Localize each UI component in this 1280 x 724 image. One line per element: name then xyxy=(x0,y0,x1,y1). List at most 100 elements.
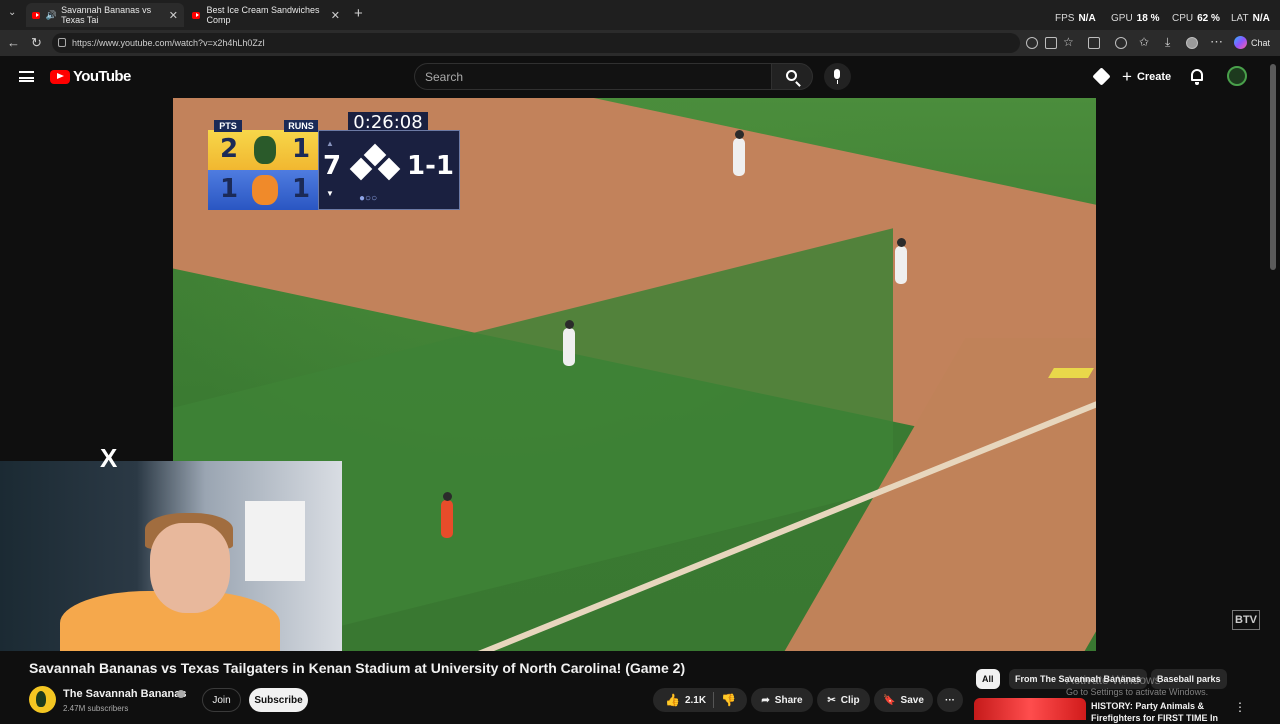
webcam-overlay xyxy=(0,461,342,651)
lat-readout: LAT N/A xyxy=(1231,13,1270,24)
score-columns: 2 1 1 1 PTS RUNS xyxy=(208,120,318,210)
youtube-logo[interactable]: YouTube xyxy=(50,68,131,85)
count: 1-1 xyxy=(407,151,454,181)
bananas-logo-icon xyxy=(254,136,276,164)
btv-watermark: BTV xyxy=(1232,610,1260,630)
cpu-readout: CPU 62 % xyxy=(1172,13,1220,24)
bananas-runs: 1 xyxy=(292,134,311,164)
runs-header: RUNS xyxy=(284,120,318,132)
profile-avatar-icon[interactable] xyxy=(1186,37,1198,49)
copilot-chat-button[interactable]: Chat xyxy=(1234,36,1270,49)
back-icon[interactable]: ← xyxy=(7,35,20,50)
refresh-icon[interactable]: ↻ xyxy=(31,35,42,51)
clip-button[interactable]: ✂ Clip xyxy=(817,688,870,712)
share-label: Share xyxy=(774,694,803,706)
thumbs-down-icon[interactable]: 👎 xyxy=(721,693,736,707)
create-label: Create xyxy=(1136,71,1172,83)
cast-icon[interactable] xyxy=(1092,67,1111,86)
inning-panel: 7 ▲ ▼ 1-1 ●○○ xyxy=(318,130,460,210)
search-placeholder: Search xyxy=(425,69,464,84)
clip-label: Clip xyxy=(840,694,860,706)
browser-tab-strip: ⌄ 🔊 Savannah Bananas vs Texas Tai ✕ Best… xyxy=(0,0,1280,30)
favorites-bar-icon[interactable]: ✩ xyxy=(1139,35,1149,49)
share-arrow-icon: ➦ xyxy=(761,694,770,706)
player-fielder-2 xyxy=(895,238,907,284)
player-fielder-1 xyxy=(733,130,745,176)
page-scrollbar[interactable] xyxy=(1270,64,1276,270)
voice-search-icon[interactable] xyxy=(824,63,851,90)
tab-label: Savannah Bananas vs Texas Tai xyxy=(61,5,152,25)
create-button[interactable]: + Create xyxy=(1122,67,1171,87)
verified-badge-icon xyxy=(177,690,185,698)
save-label: Save xyxy=(900,694,924,706)
chip-baseball-parks[interactable]: Baseball parks xyxy=(1151,669,1227,689)
bookmark-icon: 🔖 xyxy=(883,694,896,706)
search-button[interactable] xyxy=(771,63,813,90)
recommendation-title[interactable]: HISTORY: Party Animals & Firefighters fo… xyxy=(1091,700,1231,724)
inning-up-arrow-icon: ▲ xyxy=(326,139,334,148)
bananas-row: 2 1 xyxy=(208,130,318,170)
tab-label: Best Ice Cream Sandwiches Comp xyxy=(206,5,320,25)
site-info-icon[interactable] xyxy=(58,38,66,47)
recommendation-thumbnail[interactable] xyxy=(974,698,1086,720)
new-tab-button[interactable]: + xyxy=(354,5,363,22)
tab-list-chevron-icon[interactable]: ⌄ xyxy=(8,7,16,18)
youtube-wordmark: YouTube xyxy=(73,68,131,85)
chat-label: Chat xyxy=(1251,37,1271,48)
inning-number: 7 xyxy=(323,151,342,181)
save-button[interactable]: 🔖 Save xyxy=(874,688,933,712)
x-logo-icon: X xyxy=(100,443,118,473)
scoreboard-overlay: 0:26:08 2 1 1 1 PTS RUNS 7 ▲ ▼ 1-1 ●○○ xyxy=(208,112,460,210)
guide-menu-icon[interactable] xyxy=(19,71,34,82)
join-button[interactable]: Join xyxy=(202,688,241,712)
close-tab-icon[interactable]: ✕ xyxy=(331,9,340,22)
url-text: https://www.youtube.com/watch?v=x2h4hLh0… xyxy=(72,38,265,48)
search-icon xyxy=(786,70,797,81)
chip-all[interactable]: All xyxy=(976,669,1000,689)
copilot-icon xyxy=(1234,36,1247,49)
reading-view-icon[interactable] xyxy=(1045,37,1057,49)
favorite-star-icon[interactable]: ☆ xyxy=(1063,35,1074,49)
first-base-diamond xyxy=(377,157,401,181)
channel-avatar[interactable] xyxy=(29,686,56,713)
translate-icon[interactable] xyxy=(1026,37,1038,49)
account-avatar[interactable] xyxy=(1227,66,1247,86)
like-button[interactable]: 👍 2.1K 👎 xyxy=(653,688,747,712)
more-actions-button[interactable]: ··· xyxy=(937,688,963,712)
wall-poster xyxy=(245,501,305,581)
extensions-icon[interactable] xyxy=(1088,37,1100,49)
subscribe-button[interactable]: Subscribe xyxy=(249,688,308,712)
activate-windows-watermark: Activate Windows xyxy=(1066,673,1161,687)
notifications-bell-icon[interactable] xyxy=(1191,69,1203,85)
tailgaters-row: 1 1 xyxy=(208,170,318,210)
activate-windows-subtext: Go to Settings to activate Windows. xyxy=(1066,687,1209,697)
tab-ice-cream[interactable]: Best Ice Cream Sandwiches Comp ✕ xyxy=(186,3,346,27)
share-button[interactable]: ➦ Share xyxy=(751,688,813,712)
search-input[interactable]: Search xyxy=(414,63,771,90)
kebab-menu-icon[interactable]: ⋮ xyxy=(1234,700,1246,714)
fps-readout: FPS N/A xyxy=(1055,13,1096,24)
first-base xyxy=(1048,368,1094,378)
settings-more-icon[interactable]: ⋯ xyxy=(1210,34,1223,50)
youtube-favicon-icon xyxy=(32,11,40,19)
tailgaters-runs: 1 xyxy=(292,174,311,204)
player-runner xyxy=(441,492,453,538)
downloads-icon[interactable]: ⤓ xyxy=(1165,35,1170,50)
thumbs-up-icon: 👍 xyxy=(665,693,680,707)
bananas-pts: 2 xyxy=(220,134,239,164)
tab-savannah-bananas[interactable]: 🔊 Savannah Bananas vs Texas Tai ✕ xyxy=(26,3,184,27)
address-toolbar: ← ↻ https://www.youtube.com/watch?v=x2h4… xyxy=(0,30,1280,56)
scissors-icon: ✂ xyxy=(827,694,836,706)
subscriber-count: 2.47M subscribers xyxy=(63,704,129,713)
channel-name[interactable]: The Savannah Bananas xyxy=(63,688,187,700)
youtube-play-icon xyxy=(50,69,70,84)
outs-indicator: ●○○ xyxy=(359,193,378,204)
plus-icon: + xyxy=(1122,67,1132,86)
like-divider xyxy=(713,692,714,708)
close-tab-icon[interactable]: ✕ xyxy=(169,9,178,22)
performance-icon[interactable] xyxy=(1115,37,1127,49)
address-bar[interactable]: https://www.youtube.com/watch?v=x2h4hLh0… xyxy=(52,33,1020,53)
pts-header: PTS xyxy=(214,120,242,132)
player-fielder-3 xyxy=(563,320,575,366)
youtube-favicon-icon xyxy=(192,11,201,19)
